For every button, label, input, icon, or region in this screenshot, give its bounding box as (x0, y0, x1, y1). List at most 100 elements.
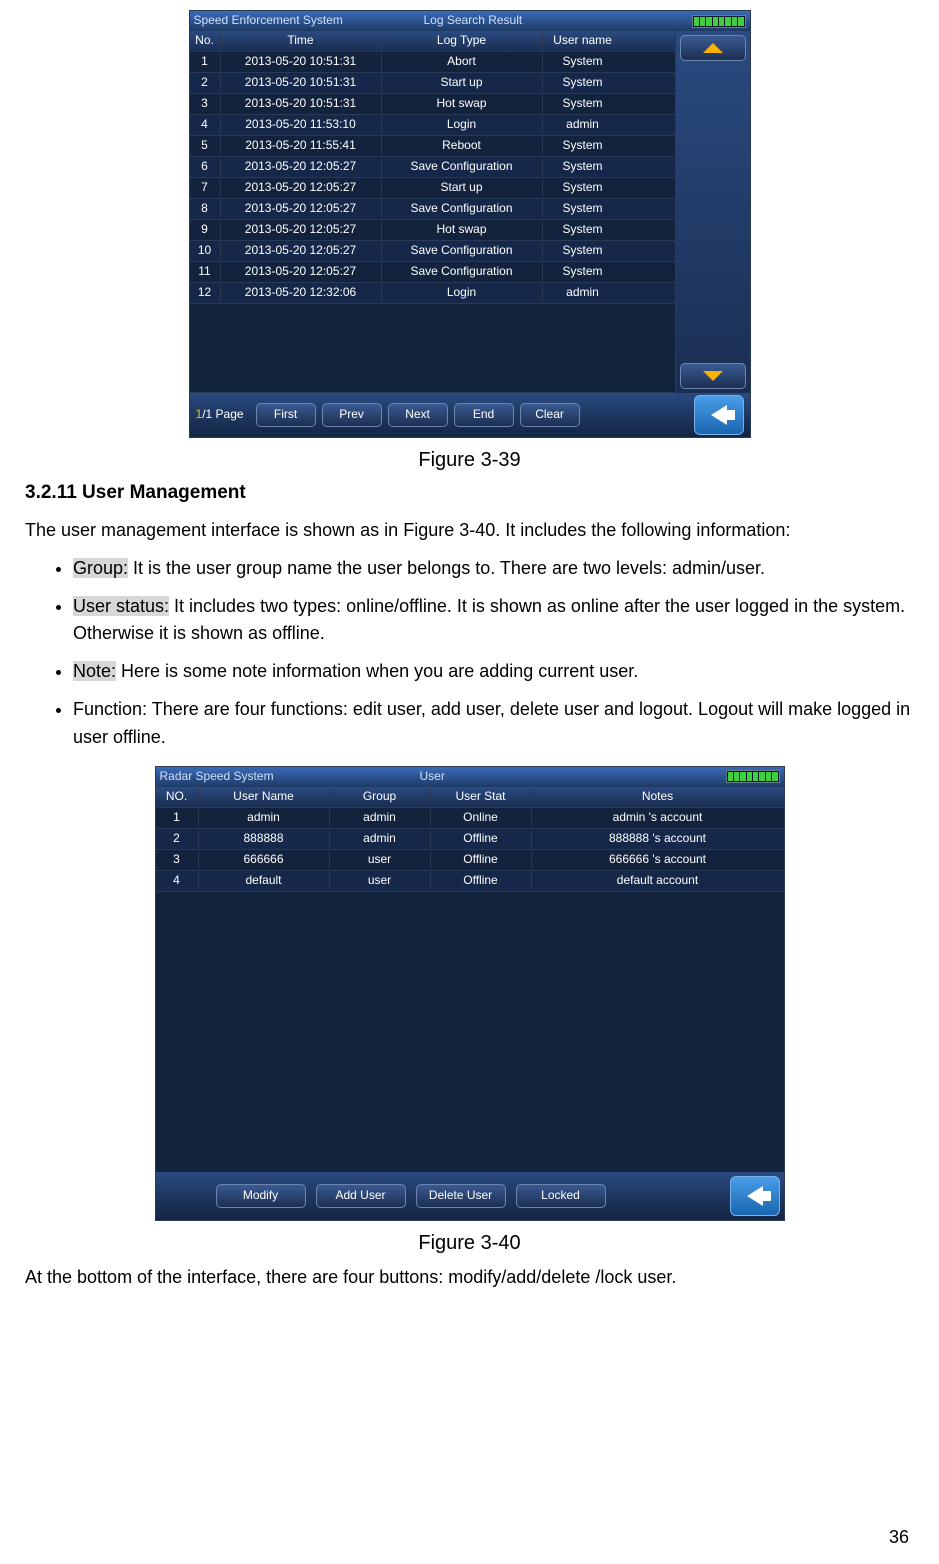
cell: System (543, 53, 623, 70)
scroll-up-button[interactable] (680, 35, 746, 61)
first-button[interactable]: First (256, 403, 316, 427)
cell: 2013-05-20 12:05:27 (221, 200, 382, 217)
cell: admin (543, 284, 623, 301)
chevron-up-icon (703, 43, 723, 53)
table-row[interactable]: 32013-05-20 10:51:31Hot swapSystem (190, 94, 675, 115)
battery-icon (692, 15, 746, 28)
section-intro: The user management interface is shown a… (25, 517, 914, 543)
table-row[interactable]: 92013-05-20 12:05:27Hot swapSystem (190, 220, 675, 241)
log-table-empty (190, 304, 675, 393)
back-button[interactable] (730, 1176, 780, 1216)
end-button[interactable]: End (454, 403, 514, 427)
cell: 2013-05-20 12:05:27 (221, 221, 382, 238)
panel40-title-center: User (420, 768, 445, 785)
table-row[interactable]: 62013-05-20 12:05:27Save ConfigurationSy… (190, 157, 675, 178)
cell: Login (382, 116, 543, 133)
cell: 2013-05-20 11:53:10 (221, 116, 382, 133)
cell: 4 (156, 872, 199, 889)
cell: 2013-05-20 10:51:31 (221, 74, 382, 91)
bullet-item: Group: It is the user group name the use… (73, 555, 914, 583)
page-number: 36 (889, 1524, 909, 1550)
table-row[interactable]: 112013-05-20 12:05:27Save ConfigurationS… (190, 262, 675, 283)
table-row[interactable]: 102013-05-20 12:05:27Save ConfigurationS… (190, 241, 675, 262)
cell: 888888 (199, 830, 330, 847)
cell: Login (382, 284, 543, 301)
battery-icon (726, 770, 780, 783)
cell: System (543, 158, 623, 175)
cell: Hot swap (382, 221, 543, 238)
table-row[interactable]: 22013-05-20 10:51:31Start upSystem (190, 73, 675, 94)
table-row[interactable]: 12013-05-20 10:51:31AbortSystem (190, 52, 675, 73)
back-button[interactable] (694, 395, 744, 435)
table-row[interactable]: 42013-05-20 11:53:10Loginadmin (190, 115, 675, 136)
cell: 2013-05-20 12:32:06 (221, 284, 382, 301)
col-time: Time (221, 32, 382, 49)
cell: 2013-05-20 12:05:27 (221, 242, 382, 259)
cell: 2 (156, 830, 199, 847)
cell: user (330, 851, 431, 868)
figure40-caption: Figure 3-40 (25, 1229, 914, 1258)
cell: 666666 's account (532, 851, 784, 868)
arrow-left-icon (747, 1186, 763, 1206)
table-row[interactable]: 122013-05-20 12:32:06Loginadmin (190, 283, 675, 304)
panel39-scrollbar (675, 31, 750, 393)
modify-button[interactable]: Modify (216, 1184, 306, 1208)
bullet-item: Function: There are four functions: edit… (73, 696, 914, 752)
table-row[interactable]: 2888888adminOffline888888 's account (156, 829, 784, 850)
scroll-down-button[interactable] (680, 363, 746, 389)
cell: 888888 's account (532, 830, 784, 847)
col-logtype: Log Type (382, 32, 543, 49)
arrow-left-icon (711, 405, 727, 425)
table-row[interactable]: 52013-05-20 11:55:41RebootSystem (190, 136, 675, 157)
cell: 7 (190, 179, 221, 196)
locked-button[interactable]: Locked (516, 1184, 606, 1208)
section-heading: 3.2.11 User Management (25, 479, 914, 507)
next-button[interactable]: Next (388, 403, 448, 427)
user-table-header: NO. User Name Group User Stat Notes (156, 787, 784, 808)
cell: Reboot (382, 137, 543, 154)
prev-button[interactable]: Prev (322, 403, 382, 427)
cell: 3 (156, 851, 199, 868)
cell: 11 (190, 263, 221, 280)
cell: Offline (431, 851, 532, 868)
col-no: NO. (156, 788, 199, 805)
adduser-button[interactable]: Add User (316, 1184, 406, 1208)
cell: 2013-05-20 10:51:31 (221, 95, 382, 112)
table-row[interactable]: 4defaultuserOfflinedefault account (156, 871, 784, 892)
cell: 2 (190, 74, 221, 91)
clear-button[interactable]: Clear (520, 403, 580, 427)
pager: 1/1 Page (196, 406, 244, 423)
closing-text: At the bottom of the interface, there ar… (25, 1264, 914, 1290)
cell: 4 (190, 116, 221, 133)
table-row[interactable]: 1adminadminOnlineadmin 's account (156, 808, 784, 829)
cell: 6 (190, 158, 221, 175)
cell: Hot swap (382, 95, 543, 112)
cell: 10 (190, 242, 221, 259)
panel40-titlebar: Radar Speed System User (156, 767, 784, 787)
cell: Save Configuration (382, 200, 543, 217)
cell: default (199, 872, 330, 889)
cell: 3 (190, 95, 221, 112)
col-username: User Name (199, 788, 330, 805)
col-username: User name (543, 32, 623, 49)
cell: 9 (190, 221, 221, 238)
cell: System (543, 263, 623, 280)
bullet-item: User status: It includes two types: onli… (73, 593, 914, 649)
figure39-caption: Figure 3-39 (25, 446, 914, 475)
table-row[interactable]: 82013-05-20 12:05:27Save ConfigurationSy… (190, 199, 675, 220)
cell: Start up (382, 74, 543, 91)
cell: user (330, 872, 431, 889)
cell: admin 's account (532, 809, 784, 826)
col-no: No. (190, 32, 221, 49)
log-table-header: No. Time Log Type User name (190, 31, 675, 52)
table-row[interactable]: 3666666userOffline666666 's account (156, 850, 784, 871)
cell: System (543, 179, 623, 196)
cell: default account (532, 872, 784, 889)
cell: 8 (190, 200, 221, 217)
deleteuser-button[interactable]: Delete User (416, 1184, 506, 1208)
cell: System (543, 221, 623, 238)
cell: admin (330, 809, 431, 826)
table-row[interactable]: 72013-05-20 12:05:27Start upSystem (190, 178, 675, 199)
cell: System (543, 95, 623, 112)
cell: 5 (190, 137, 221, 154)
